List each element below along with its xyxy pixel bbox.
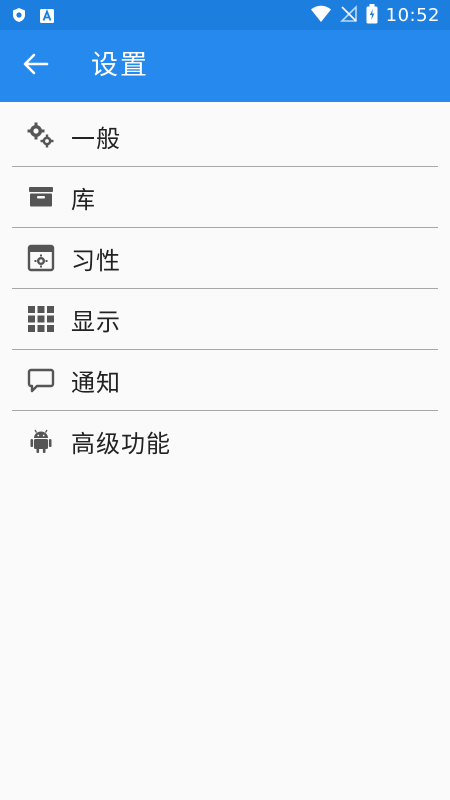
menu-item-label: 习性 <box>71 246 121 275</box>
menu-item-general[interactable]: 一般 <box>12 106 438 167</box>
menu-item-habits[interactable]: 习性 <box>12 228 438 289</box>
archive-box-icon <box>26 182 56 212</box>
menu-item-label: 一般 <box>71 124 121 153</box>
menu-item-label: 显示 <box>71 307 121 336</box>
grid-icon <box>26 304 56 334</box>
menu-item-label: 库 <box>71 185 96 214</box>
menu-item-display[interactable]: 显示 <box>12 289 438 350</box>
menu-item-label: 通知 <box>71 368 121 397</box>
menu-item-advanced[interactable]: 高级功能 <box>12 411 438 471</box>
menu-item-library[interactable]: 库 <box>12 167 438 228</box>
status-left-icons <box>12 7 54 27</box>
arrow-left-icon <box>23 53 49 79</box>
page-title: 设置 <box>91 50 149 81</box>
back-button[interactable] <box>12 42 60 90</box>
android-icon <box>26 426 56 456</box>
status-bar: 10:52 <box>0 0 450 30</box>
status-right-icons: 10:52 <box>310 4 440 28</box>
battery-charging-icon <box>366 4 378 28</box>
app-bar: 设置 <box>0 30 450 102</box>
chat-bubble-icon <box>26 365 56 395</box>
menu-item-label: 高级功能 <box>71 429 171 458</box>
no-signal-icon <box>339 5 358 27</box>
settings-menu: 一般 库 习性 显示 通知 高级功能 <box>12 106 438 471</box>
wifi-icon <box>310 5 332 27</box>
gears-icon <box>26 121 56 151</box>
app-a-icon <box>40 8 54 27</box>
shield-icon <box>12 7 26 27</box>
status-time: 10:52 <box>385 5 440 26</box>
window-settings-icon <box>26 243 56 273</box>
menu-item-notifications[interactable]: 通知 <box>12 350 438 411</box>
